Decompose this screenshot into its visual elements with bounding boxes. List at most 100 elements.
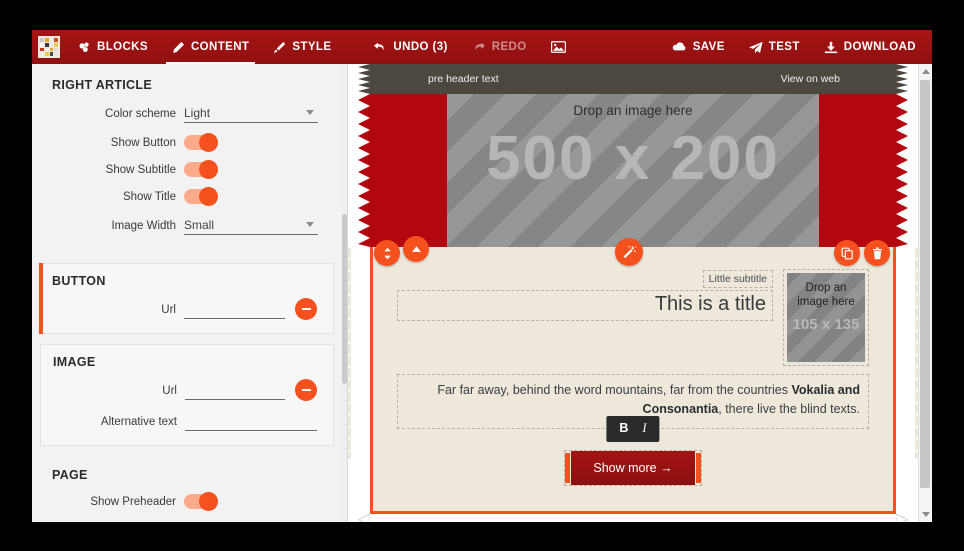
brush-icon <box>273 41 286 54</box>
article-button-row: Show more → <box>397 449 869 486</box>
top-toolbar: BLOCKS CONTENT STYLE UNDO (3) REDO SAVE … <box>32 30 932 64</box>
settings-sidebar: RIGHT ARTICLE Color scheme Light Show Bu… <box>32 64 348 522</box>
article-body-text[interactable]: Far far away, behind the word mountains,… <box>397 374 869 442</box>
color-scheme-value: Light <box>184 106 211 120</box>
image-alt-input[interactable] <box>185 412 317 431</box>
zigzag-edge-left-icon <box>358 64 370 94</box>
right-article-block[interactable]: Little subtitle This is a title Drop an … <box>348 247 918 514</box>
show-title-label: Show Title <box>122 190 176 203</box>
article-image-size-label: 105 x 135 <box>792 315 860 333</box>
paper-plane-icon <box>748 41 763 54</box>
image-url-input[interactable] <box>185 381 285 400</box>
hero-image-dropzone[interactable]: Drop an image here 500 x 200 <box>447 94 819 247</box>
bold-button[interactable]: B <box>612 419 635 438</box>
show-preheader-toggle[interactable] <box>184 492 218 511</box>
settings-scroll-area: RIGHT ARTICLE Color scheme Light Show Bu… <box>32 64 342 522</box>
sidebar-scrollbar-thumb[interactable] <box>342 214 347 384</box>
app-logo[interactable] <box>32 30 66 64</box>
article-subtitle[interactable]: Little subtitle <box>702 270 773 288</box>
show-button-toggle[interactable] <box>184 133 218 152</box>
show-subtitle-label: Show Subtitle <box>105 163 176 176</box>
section-button: BUTTON Url <box>39 263 334 334</box>
minus-icon <box>301 389 311 391</box>
section-right-article: RIGHT ARTICLE Color scheme Light Show Bu… <box>40 64 334 249</box>
italic-button[interactable]: I <box>635 419 653 438</box>
article-body-suffix: , there live the blind texts. <box>718 402 860 417</box>
color-scheme-label: Color scheme <box>105 107 176 120</box>
zigzag-edge-left-icon <box>358 94 370 247</box>
image-width-label: Image Width <box>111 219 176 232</box>
move-block-button[interactable] <box>374 240 400 266</box>
undo-button[interactable]: UNDO (3) <box>361 30 459 64</box>
preheader-text[interactable]: pre header text <box>428 73 499 85</box>
article-drop-label: Drop an image here <box>797 281 855 310</box>
article-image-dropzone[interactable]: Drop an image here 105 x 135 <box>783 269 869 366</box>
tab-content-label: CONTENT <box>190 41 250 53</box>
test-button[interactable]: TEST <box>737 30 812 64</box>
email-preview: pre header text View on web Drop an imag… <box>348 64 932 522</box>
field-image-width[interactable]: Image Width Small <box>52 216 322 235</box>
scroll-up-arrow-icon[interactable] <box>922 69 930 74</box>
email-canvas: pre header text View on web Drop an imag… <box>348 64 918 522</box>
field-color-scheme[interactable]: Color scheme Light <box>52 104 322 123</box>
insert-image-button[interactable] <box>539 30 578 64</box>
duplicate-block-button[interactable] <box>834 240 860 266</box>
show-more-button[interactable]: Show more → <box>571 450 695 485</box>
preview-scrollbar-thumb[interactable] <box>920 80 930 488</box>
color-scheme-select[interactable]: Light <box>184 104 318 123</box>
zigzag-edge-left-icon <box>358 513 370 522</box>
blocks-icon <box>78 41 91 54</box>
view-on-web-link[interactable]: View on web <box>781 73 840 85</box>
main-body: RIGHT ARTICLE Color scheme Light Show Bu… <box>32 64 932 522</box>
field-show-preheader[interactable]: Show Preheader <box>52 492 322 511</box>
test-label: TEST <box>768 41 800 53</box>
field-show-button[interactable]: Show Button <box>52 133 322 152</box>
delete-block-button[interactable] <box>864 240 890 266</box>
tab-blocks[interactable]: BLOCKS <box>66 30 160 64</box>
clear-image-url-button[interactable] <box>295 379 317 401</box>
tab-content[interactable]: CONTENT <box>160 30 261 64</box>
sidebar-scrollbar-track[interactable] <box>342 64 347 522</box>
field-show-title[interactable]: Show Title <box>52 187 322 206</box>
download-label: DOWNLOAD <box>843 41 916 53</box>
article-drop-label-line1: Drop an <box>805 282 847 294</box>
redo-label: REDO <box>491 41 527 53</box>
button-url-input[interactable] <box>184 300 285 319</box>
show-button-label: Show Button <box>110 136 176 149</box>
zigzag-edge-right-icon <box>896 64 908 94</box>
article-top-row: Little subtitle This is a title Drop an … <box>397 269 869 366</box>
image-width-select[interactable]: Small <box>184 216 318 235</box>
zigzag-edge-right-icon <box>896 513 908 522</box>
preheader-bar[interactable]: pre header text View on web <box>358 64 908 94</box>
app-window: BLOCKS CONTENT STYLE UNDO (3) REDO SAVE … <box>32 30 932 522</box>
download-button[interactable]: DOWNLOAD <box>812 30 932 64</box>
redo-button[interactable]: REDO <box>460 30 539 64</box>
tab-style[interactable]: STYLE <box>261 30 343 64</box>
field-image-url[interactable]: Url <box>53 381 321 400</box>
article-title[interactable]: This is a title <box>397 290 773 321</box>
toolbar-separator <box>343 30 361 64</box>
style-block-button[interactable] <box>615 238 643 266</box>
show-subtitle-toggle[interactable] <box>184 160 218 179</box>
undo-arrow-icon <box>373 41 387 53</box>
move-up-block-button[interactable] <box>403 236 429 262</box>
email-footer: Main address and city Unsubscribe | View… <box>358 513 908 522</box>
field-image-alt[interactable]: Alternative text <box>53 412 321 431</box>
section-image: IMAGE Url Alternative text <box>40 344 334 446</box>
preview-scroll-area: pre header text View on web Drop an imag… <box>348 64 918 522</box>
preview-scrollbar-track[interactable] <box>918 64 932 522</box>
hero-drop-label: Drop an image here <box>573 103 693 118</box>
clear-button-url-button[interactable] <box>295 298 317 320</box>
scroll-down-arrow-icon[interactable] <box>922 512 930 517</box>
show-title-toggle[interactable] <box>184 187 218 206</box>
zigzag-edge-right-icon <box>896 94 908 247</box>
field-show-subtitle[interactable]: Show Subtitle <box>52 160 322 179</box>
hero-size-label: 500 x 200 <box>486 124 780 193</box>
save-button[interactable]: SAVE <box>660 30 737 64</box>
field-button-url[interactable]: Url <box>52 300 321 319</box>
image-width-value: Small <box>184 218 215 232</box>
show-preheader-label: Show Preheader <box>90 495 176 508</box>
pencil-icon <box>172 41 185 54</box>
button-selection-frame: Show more → <box>564 449 702 486</box>
